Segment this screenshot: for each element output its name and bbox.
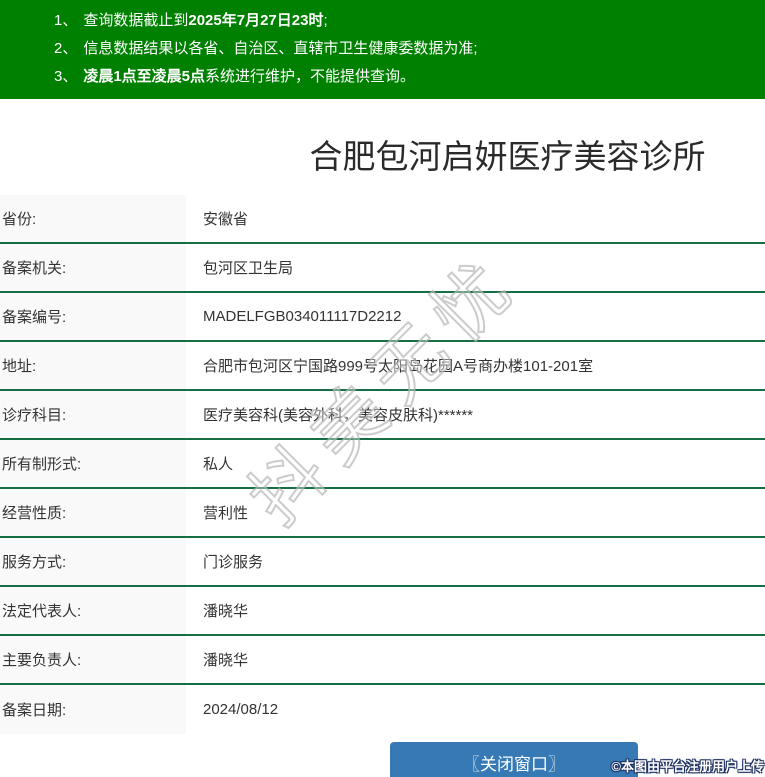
page-title: 合肥包河启妍医疗美容诊所 <box>309 138 706 175</box>
row-label: 主要负责人: <box>0 636 186 683</box>
info-table: 省份: 安徽省 备案机关: 包河区卫生局 备案编号: MADELFGB034011117D… <box>0 195 765 734</box>
table-row: 法定代表人: 潘晓华 <box>0 587 765 636</box>
row-label: 备案机关: <box>0 244 186 291</box>
row-label: 所有制形式: <box>0 440 186 487</box>
notice-item: 3、 凌晨1点至凌晨5点系统进行维护，不能提供查询。 <box>54 63 765 91</box>
table-row: 地址: 合肥市包河区宁国路999号太阳岛花园A号商办楼101-201室 <box>0 342 765 391</box>
row-label: 服务方式: <box>0 538 186 585</box>
notice-number: 3、 <box>54 68 78 85</box>
row-value: 门诊服务 <box>203 554 264 571</box>
row-value: 包河区卫生局 <box>203 260 294 277</box>
notice-text-segment: 查询数据截止到 <box>83 12 189 29</box>
notice-number: 1、 <box>54 12 78 29</box>
table-row: 经营性质: 营利性 <box>0 489 765 538</box>
table-row: 备案日期: 2024/08/12 <box>0 685 765 734</box>
row-label: 诊疗科目: <box>0 391 186 438</box>
notice-number: 2、 <box>54 40 78 57</box>
result-window: 1、 查询数据截止到2025年7月27日23时; 2、 信息数据结果以各省、自治区、直… <box>0 0 765 777</box>
close-window-button[interactable]: 〖关闭窗口〗 <box>390 742 638 777</box>
row-value: 安徽省 <box>203 211 249 228</box>
row-label: 地址: <box>0 342 186 389</box>
notice-text-segment: 信息数据结果以各省、自治区、直辖市卫生健康委数据为准; <box>83 40 478 57</box>
table-row: 备案机关: 包河区卫生局 <box>0 244 765 293</box>
row-value: 合肥市包河区宁国路999号太阳岛花园A号商办楼101-201室 <box>203 358 594 375</box>
uploader-credit-watermark: ©本图由平台注册用户上传 <box>611 759 764 774</box>
notice-item: 1、 查询数据截止到2025年7月27日23时; <box>54 7 765 35</box>
row-label: 省份: <box>0 195 186 242</box>
table-row: 备案编号: MADELFGB034011117D2212 <box>0 293 765 342</box>
row-label: 备案编号: <box>0 293 186 340</box>
table-row: 服务方式: 门诊服务 <box>0 538 765 587</box>
table-row: 诊疗科目: 医疗美容科(美容外科，美容皮肤科)****** <box>0 391 765 440</box>
notice-text-segment: 凌晨1点至凌晨5点 <box>83 68 206 85</box>
row-label: 法定代表人: <box>0 587 186 634</box>
table-row: 省份: 安徽省 <box>0 195 765 244</box>
notice-list: 1、 查询数据截止到2025年7月27日23时; 2、 信息数据结果以各省、自治区、直… <box>0 7 765 91</box>
notice-text-segment: ; <box>323 12 328 29</box>
notice-bar: 1、 查询数据截止到2025年7月27日23时; 2、 信息数据结果以各省、自治区、直… <box>0 0 765 99</box>
row-value: 医疗美容科(美容外科，美容皮肤科)****** <box>203 407 474 424</box>
row-label: 备案日期: <box>0 685 186 734</box>
table-row: 所有制形式: 私人 <box>0 440 765 489</box>
row-value: MADELFGB034011117D2212 <box>203 308 402 325</box>
row-value: 2024/08/12 <box>203 701 279 718</box>
table-row: 主要负责人: 潘晓华 <box>0 636 765 685</box>
notice-text-segment: 系统进行维护，不能提供查询。 <box>205 68 416 85</box>
row-value: 私人 <box>203 456 234 473</box>
row-value: 潘晓华 <box>203 603 249 620</box>
notice-text-segment: 2025年7月27日23时 <box>188 12 324 29</box>
row-label: 经营性质: <box>0 489 186 536</box>
row-value: 营利性 <box>203 505 249 522</box>
row-value: 潘晓华 <box>203 652 249 669</box>
notice-item: 2、 信息数据结果以各省、自治区、直辖市卫生健康委数据为准; <box>54 35 765 63</box>
